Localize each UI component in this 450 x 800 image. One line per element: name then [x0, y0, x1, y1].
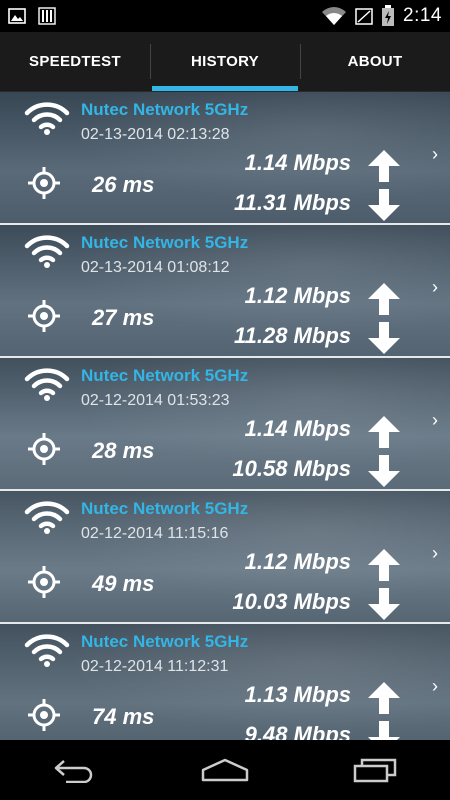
- chevron-right-icon: ›: [432, 676, 438, 696]
- battery-charging-icon: [382, 5, 395, 26]
- upload-speed: 1.13 Mbps: [244, 682, 351, 707]
- wifi-signal-icon: [322, 7, 347, 25]
- image-icon: [8, 8, 26, 24]
- network-name: Nutec Network 5GHz: [81, 366, 249, 385]
- chevron-right-icon: ›: [432, 543, 438, 563]
- ping-value: 74 ms: [92, 704, 155, 729]
- system-icons: 2:14: [321, 5, 442, 27]
- history-entry[interactable]: Nutec Network 5GHz 02-13-2014 02:13:28 2…: [0, 92, 450, 225]
- tab-label: SPEEDTEST: [29, 53, 121, 70]
- back-icon: [54, 760, 93, 783]
- upload-arrow-icon: [368, 682, 400, 714]
- history-entry[interactable]: Nutec Network 5GHz 02-12-2014 01:53:23 2…: [0, 358, 450, 491]
- chevron-right-icon: ›: [432, 410, 438, 430]
- tab-bar: SPEEDTEST HISTORY ABOUT: [0, 32, 450, 92]
- download-arrow-icon: [368, 721, 400, 740]
- network-name: Nutec Network 5GHz: [81, 100, 249, 119]
- clock: 2:14: [403, 5, 442, 26]
- upload-arrow-icon: [368, 283, 400, 315]
- history-list[interactable]: Nutec Network 5GHz 02-13-2014 02:13:28 2…: [0, 92, 450, 740]
- timestamp: 02-12-2014 11:15:16: [81, 525, 229, 542]
- network-name: Nutec Network 5GHz: [81, 632, 249, 651]
- download-arrow-icon: [368, 189, 400, 221]
- timestamp: 02-12-2014 11:12:31: [81, 658, 229, 675]
- tab-label: ABOUT: [347, 53, 403, 70]
- back-button[interactable]: [45, 750, 105, 790]
- timestamp: 02-12-2014 01:53:23: [81, 392, 230, 409]
- tab-speedtest[interactable]: SPEEDTEST: [0, 32, 150, 91]
- download-speed: 10.58 Mbps: [232, 456, 351, 481]
- target-icon: [28, 167, 60, 199]
- upload-speed: 1.12 Mbps: [244, 283, 351, 308]
- wifi-icon: [24, 235, 70, 268]
- timestamp: 02-13-2014 01:08:12: [81, 259, 230, 276]
- wifi-icon: [24, 634, 70, 667]
- download-arrow-icon: [368, 588, 400, 620]
- target-icon: [28, 566, 60, 598]
- upload-speed: 1.12 Mbps: [244, 549, 351, 574]
- home-button[interactable]: [195, 750, 255, 790]
- upload-arrow-icon: [368, 150, 400, 182]
- signal-icon: [355, 8, 373, 25]
- recent-apps-icon: [353, 758, 397, 783]
- home-icon: [201, 758, 249, 782]
- chevron-right-icon: ›: [432, 277, 438, 297]
- network-name: Nutec Network 5GHz: [81, 499, 249, 518]
- ping-value: 28 ms: [92, 438, 155, 463]
- recent-apps-button[interactable]: [345, 750, 405, 790]
- download-speed: 11.28 Mbps: [234, 323, 351, 348]
- download-arrow-icon: [368, 455, 400, 487]
- timestamp: 02-13-2014 02:13:28: [81, 126, 230, 143]
- upload-speed: 1.14 Mbps: [244, 416, 351, 441]
- upload-arrow-icon: [368, 549, 400, 581]
- wifi-icon: [24, 501, 70, 534]
- target-icon: [28, 699, 60, 731]
- tab-label: HISTORY: [191, 53, 259, 70]
- status-bar: 2:14: [0, 0, 450, 32]
- chevron-right-icon: ›: [432, 144, 438, 164]
- wifi-icon: [24, 368, 70, 401]
- ping-value: 49 ms: [92, 571, 155, 596]
- target-icon: [28, 300, 60, 332]
- wifi-icon: [24, 102, 70, 135]
- target-icon: [28, 433, 60, 465]
- upload-arrow-icon: [368, 416, 400, 448]
- history-entry[interactable]: Nutec Network 5GHz 02-12-2014 11:15:16 4…: [0, 491, 450, 624]
- notification-icons: [8, 7, 56, 25]
- tab-history[interactable]: HISTORY: [150, 32, 300, 91]
- tab-about[interactable]: ABOUT: [300, 32, 450, 91]
- download-speed: 10.03 Mbps: [232, 589, 351, 614]
- download-speed: 9.48 Mbps: [244, 722, 351, 740]
- history-entry[interactable]: Nutec Network 5GHz 02-13-2014 01:08:12 2…: [0, 225, 450, 358]
- navigation-bar: [0, 740, 450, 800]
- ping-value: 27 ms: [92, 305, 155, 330]
- history-entry[interactable]: Nutec Network 5GHz 02-12-2014 11:12:31 7…: [0, 624, 450, 740]
- barcode-icon: [38, 7, 56, 25]
- upload-speed: 1.14 Mbps: [244, 150, 351, 175]
- download-speed: 11.31 Mbps: [234, 190, 351, 215]
- network-name: Nutec Network 5GHz: [81, 233, 249, 252]
- download-arrow-icon: [368, 322, 400, 354]
- ping-value: 26 ms: [92, 172, 155, 197]
